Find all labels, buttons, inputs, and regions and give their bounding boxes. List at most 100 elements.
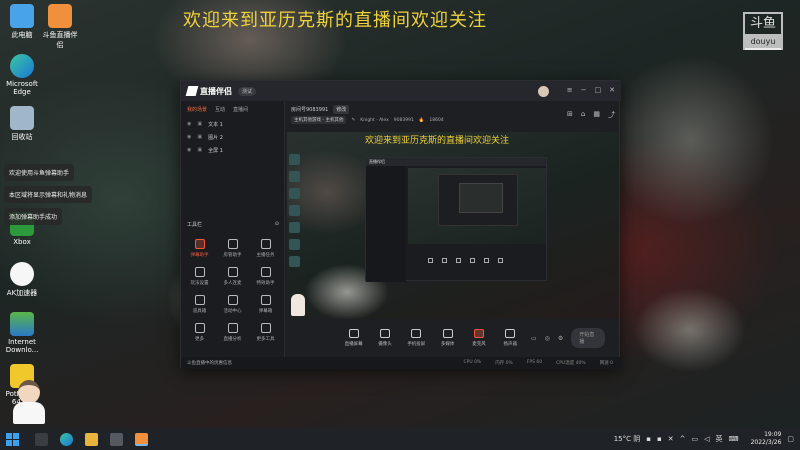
preview-icon [289, 171, 300, 182]
store-icon[interactable] [110, 432, 123, 446]
lock-icon[interactable]: ▣ [197, 147, 202, 154]
settings-icon[interactable]: ⚙ [558, 335, 563, 342]
user-icon [227, 239, 238, 249]
pencil-icon[interactable]: ✎ [351, 118, 355, 123]
tool-room-admin[interactable]: 房管助手 [216, 239, 249, 258]
fans-id: 9083991 [393, 117, 414, 123]
ime-indicator[interactable]: 英 [716, 434, 723, 444]
desktop-icon-recycle-bin[interactable]: 回收站 [2, 106, 42, 142]
desktop-icon-this-pc[interactable]: 此电脑 [2, 4, 42, 40]
tool-danmaku-box[interactable]: 弹幕箱 [249, 295, 282, 314]
tool-more-tools[interactable]: 更多工具 [249, 323, 282, 342]
source-camera-button[interactable]: 摄像头 [374, 329, 395, 347]
category-tag[interactable]: 主机其他游戏 - 主机其他 [291, 116, 347, 124]
tray-app-icon[interactable]: ▪ [646, 435, 651, 443]
tool-more[interactable]: 更多 [183, 323, 216, 342]
streamer-head [18, 380, 40, 404]
tool-activity[interactable]: 活动中心 [216, 295, 249, 314]
clock[interactable]: 19:09 2022/3/26 [751, 431, 782, 447]
main-panel: 房间号9083991 修改 主机其他游戏 - 主机其他 ✎ Knight · A… [285, 101, 621, 369]
preview-icon [289, 188, 300, 199]
camera-icon [379, 329, 390, 338]
streamer-avatar-overlay [12, 380, 46, 430]
visibility-icon[interactable]: ◎ [545, 335, 550, 342]
tab-room[interactable]: 直播间 [233, 106, 248, 113]
window-controls: ≡ − □ ✕ [537, 85, 615, 97]
chevron-up-icon[interactable]: ^ [680, 435, 686, 443]
folder-icon[interactable] [85, 432, 98, 446]
desktop-icon-idm[interactable]: Internet Downlo... [2, 312, 42, 354]
edge-icon[interactable] [60, 432, 73, 446]
minimize-icon[interactable]: − [581, 86, 587, 97]
scene-item[interactable]: ◉ ▣ 文本 1 [181, 118, 284, 131]
scene-item[interactable]: ◉ ▣ 全屏 1 [181, 144, 284, 157]
tool-effects[interactable]: 特效助手 [249, 267, 282, 286]
record-icon[interactable]: ▭ [531, 335, 537, 342]
windows-start-icon[interactable] [6, 432, 19, 446]
weather[interactable]: 15°C 阴 [614, 434, 641, 444]
desktop-icon-edge[interactable]: Microsoft Edge [2, 54, 42, 96]
tool-play-settings[interactable]: 玩法设置 [183, 267, 216, 286]
eye-icon[interactable]: ◉ [187, 134, 191, 141]
nested-preview-innermost [459, 183, 503, 213]
xbox-tray-icon[interactable]: ✕ [668, 435, 674, 443]
edge-icon [10, 54, 34, 78]
avatar[interactable] [537, 85, 549, 97]
microphone-button[interactable]: 麦克风 [468, 329, 489, 347]
preview-banner: 欢迎来到亚历克斯的直播间欢迎关注 [365, 136, 510, 146]
gift-icon[interactable]: ⊞ [567, 110, 573, 120]
layout-icon[interactable]: ▦ [593, 110, 600, 120]
status-bar: CPU 0% 内存 0% FPS 60 CPU温度 40% 网速 0 [285, 357, 621, 369]
left-footer-info[interactable]: 斗鱼直播中的优惠信息 [181, 357, 285, 369]
maximize-icon[interactable]: □ [595, 86, 602, 97]
tool-anchor-task[interactable]: 主播任务 [249, 239, 282, 258]
share-icon[interactable]: ⤴ [608, 110, 615, 120]
source-phone-button[interactable]: 手机投屏 [406, 329, 427, 347]
tray-app-icon[interactable]: ▪ [657, 435, 662, 443]
microphone-icon [473, 329, 484, 338]
nested-titlebar: 直播伴侣 [366, 158, 546, 166]
left-tabs: 我的场景 互动 直播间 [181, 101, 284, 118]
more-circle-icon[interactable]: ⊙ [275, 221, 279, 228]
monitor-icon [348, 329, 359, 338]
input-method-icon[interactable]: ⌨ [729, 435, 739, 443]
source-media-button[interactable]: 多媒体 [437, 329, 458, 347]
stream-preview[interactable]: 欢迎来到亚历克斯的直播间欢迎关注 直播伴侣 [287, 132, 619, 319]
tool-multi-mic[interactable]: 多人连麦 [216, 267, 249, 286]
tab-my-scenes[interactable]: 我的场景 [187, 106, 207, 113]
stream-banner-text: 欢迎来到亚历克斯的直播间欢迎关注 [183, 10, 487, 31]
network-icon[interactable]: ▭ [691, 435, 698, 443]
speaker-button[interactable]: 扬声器 [500, 329, 521, 347]
close-icon[interactable]: ✕ [609, 86, 615, 97]
scene-item[interactable]: ◉ ▣ 图片 2 [181, 131, 284, 144]
nested-control-icon [498, 257, 503, 263]
tool-danmaku-helper[interactable]: 弹幕助手 [183, 239, 216, 258]
desktop-icon-douyu[interactable]: 斗鱼直播伴侣 [40, 4, 80, 50]
search-icon[interactable] [35, 432, 48, 446]
lock-icon[interactable]: ▣ [197, 134, 202, 141]
box-icon [194, 295, 205, 305]
nested-control-icon [470, 257, 475, 263]
room-stats: 主机其他游戏 - 主机其他 ✎ Knight · Alex 9083991 🔥 … [291, 116, 444, 124]
douyu-watermark: 斗鱼 douyu [743, 12, 783, 50]
anchor-name: Knight · Alex [360, 117, 389, 123]
source-screen-button[interactable]: 直播屏幕 [343, 329, 364, 347]
eye-icon[interactable]: ◉ [187, 147, 191, 154]
desktop-icon-ak[interactable]: AK加速器 [2, 262, 42, 298]
menu-icon[interactable]: ≡ [567, 86, 573, 97]
danmaku-icon [194, 239, 205, 249]
start-live-button[interactable]: 开始直播 [571, 328, 605, 348]
beta-badge[interactable]: 测试 [238, 86, 257, 96]
lock-icon[interactable]: ▣ [197, 121, 202, 128]
tool-analysis[interactable]: 直播分析 [216, 323, 249, 342]
edit-room-button[interactable]: 修改 [333, 105, 350, 114]
tab-interact[interactable]: 互动 [215, 106, 225, 113]
volume-icon[interactable]: ◁ [704, 435, 709, 443]
phone-icon [411, 329, 422, 338]
toolbar-header: 工具栏 ⊙ [187, 221, 279, 228]
notification-icon[interactable]: ▢ [787, 435, 794, 443]
eye-icon[interactable]: ◉ [187, 121, 191, 128]
tool-props[interactable]: 道具箱 [183, 295, 216, 314]
douyu-taskbar-icon[interactable] [135, 432, 148, 446]
shop-icon[interactable]: ⌂ [581, 110, 585, 120]
